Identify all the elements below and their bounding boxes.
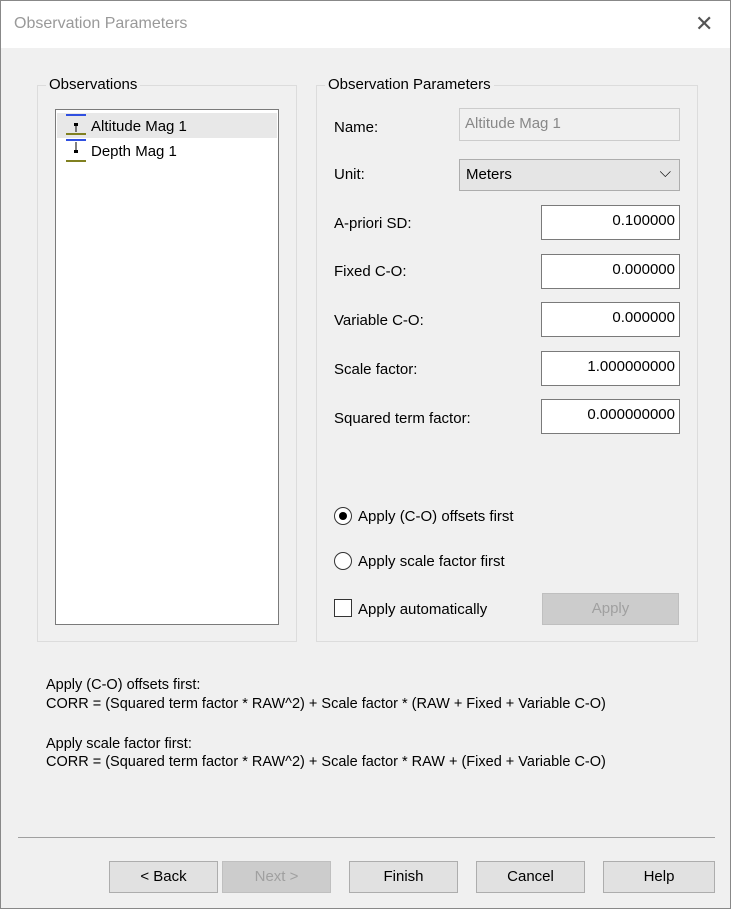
parameters-group-label: Observation Parameters [325,76,494,93]
back-button[interactable]: < Back [109,861,218,893]
divider [18,837,715,838]
fixed-input[interactable]: 0.000000 [541,254,680,289]
finish-button[interactable]: Finish [349,861,458,893]
depth-icon [66,139,86,162]
list-item[interactable]: Depth Mag 1 [57,138,277,163]
help-formula-2: CORR = (Squared term factor * RAW^2) + S… [46,754,606,770]
name-field: Altitude Mag 1 [459,108,680,141]
help-formula-1: CORR = (Squared term factor * RAW^2) + S… [46,696,606,712]
apply-button[interactable]: Apply [542,593,679,625]
altitude-icon [66,114,86,135]
title-bar: Observation Parameters ✕ [1,1,730,48]
offsets-first-label[interactable]: Apply (C-O) offsets first [358,508,514,525]
fixed-label: Fixed C-O: [334,263,407,280]
apply-automatically-checkbox[interactable] [334,599,352,617]
observations-group-label: Observations [46,76,141,93]
observations-list[interactable]: Altitude Mag 1 Depth Mag 1 [55,109,279,625]
unit-label: Unit: [334,166,365,183]
variable-label: Variable C-O: [334,312,424,329]
list-item-label: Altitude Mag 1 [91,118,187,135]
apriori-input[interactable]: 0.100000 [541,205,680,240]
close-icon[interactable]: ✕ [695,11,713,37]
window-title: Observation Parameters [14,15,188,32]
scale-first-radio[interactable] [334,552,352,570]
list-item-label: Depth Mag 1 [91,143,177,160]
list-item[interactable]: Altitude Mag 1 [57,113,277,138]
apply-automatically-label[interactable]: Apply automatically [358,601,487,618]
dialog-window: Observation Parameters ✕ Observations Al… [0,0,731,909]
name-label: Name: [334,119,379,136]
apriori-label: A-priori SD: [334,215,412,232]
scale-first-label[interactable]: Apply scale factor first [358,553,505,570]
unit-select[interactable]: Meters ⌵ [459,159,680,191]
squared-input[interactable]: 0.000000000 [541,399,680,434]
next-button[interactable]: Next > [222,861,331,893]
scale-input[interactable]: 1.000000000 [541,351,680,386]
help-heading-2: Apply scale factor first: [46,736,192,752]
offsets-first-radio[interactable] [334,507,352,525]
squared-label: Squared term factor: [334,410,471,427]
chevron-down-icon: ⌵ [659,164,671,181]
help-heading-1: Apply (C-O) offsets first: [46,677,201,693]
scale-label: Scale factor: [334,361,418,378]
variable-input[interactable]: 0.000000 [541,302,680,337]
unit-value: Meters [466,166,512,183]
cancel-button[interactable]: Cancel [476,861,585,893]
help-button[interactable]: Help [603,861,715,893]
